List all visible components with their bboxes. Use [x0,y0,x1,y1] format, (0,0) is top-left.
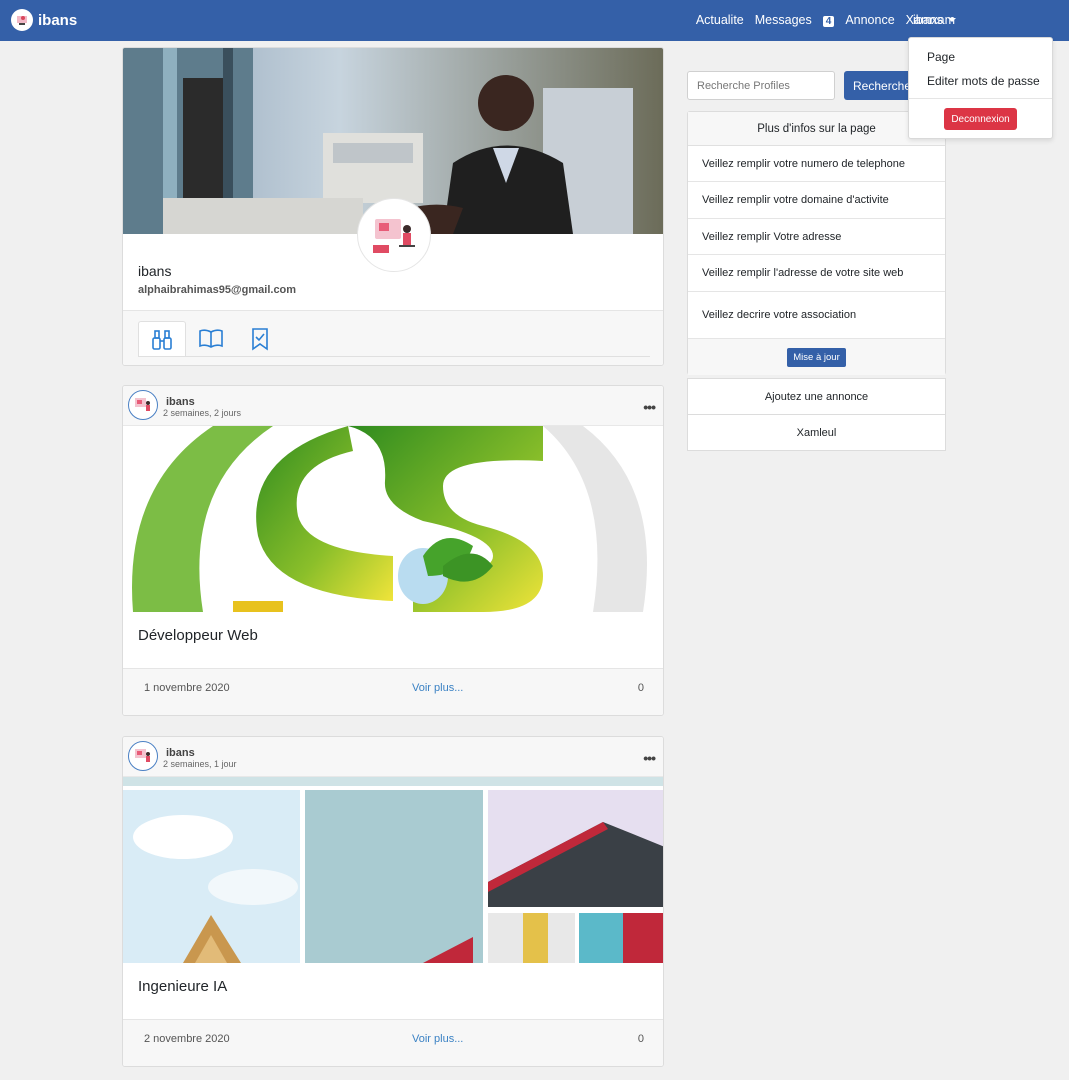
tabs-divider [138,356,650,357]
post-title[interactable]: Ingenieure IA [138,978,227,995]
logout-button[interactable]: Deconnexion [944,108,1017,130]
info-item-phone[interactable]: Veillez remplir votre numero de telephon… [688,146,945,182]
see-more-link[interactable]: Voir plus... [412,1033,463,1045]
post-time: 2 semaines, 2 jours [163,408,242,418]
top-navbar: ibans Actualite Messages 4 Annonce Xamxam… [0,0,1069,41]
profile-name: ibans [138,263,172,279]
tab-binoculars[interactable] [138,321,186,357]
user-menu-label: ibans [913,13,943,27]
tab-book[interactable] [187,321,235,357]
info-card-title: Plus d'infos sur la page [688,112,945,146]
post-date: 1 novembre 2020 [144,682,230,694]
brand[interactable]: ibans [11,9,77,31]
nav-messages-label: Messages [754,13,812,27]
messages-badge: 4 [822,16,835,27]
add-announce-link[interactable]: Ajoutez une annonce [687,378,946,415]
post-author[interactable]: ibans [166,747,195,759]
nav-annonce[interactable]: Annonce [845,13,894,27]
profile-avatar [357,198,431,272]
more-options-icon[interactable]: ••• [643,399,656,415]
post-time: 2 semaines, 1 jour [163,759,237,769]
chevron-down-icon [947,18,956,22]
bookmark-check-icon [252,328,268,351]
update-button[interactable]: Mise à jour [787,347,846,367]
info-item-website[interactable]: Veillez remplir l'adresse de votre site … [688,255,945,292]
page-info-card: Plus d'infos sur la page Veillez remplir… [687,111,946,375]
profile-card: ibans alphaibrahimas95@gmail.com [122,47,664,366]
post-author-avatar[interactable] [128,390,158,420]
book-icon [199,329,223,348]
xamleul-link[interactable]: Xamleul [687,414,946,451]
info-card-footer: Mise à jour [688,339,945,375]
post-card: ibans 2 semaines, 2 jours ••• Développeu… [122,385,664,716]
search-profiles-input[interactable] [687,71,835,100]
search-button[interactable]: Recherche [844,71,910,100]
brand-logo-icon [11,9,33,31]
dropdown-item-edit-password[interactable]: Editer mots de passe [927,74,1040,88]
see-more-link[interactable]: Voir plus... [412,682,463,694]
post-count: 0 [637,1033,644,1045]
dropdown-divider [909,98,1052,99]
brand-name: ibans [38,11,78,29]
nav-actualite[interactable]: Actualite [696,13,744,27]
post-title[interactable]: Développeur Web [138,627,258,644]
post-header: ibans 2 semaines, 2 jours ••• [123,386,663,426]
binoculars-icon [152,329,172,350]
profile-email: alphaibrahimas95@gmail.com [138,284,297,296]
info-item-description[interactable]: Veillez decrire votre association [688,292,945,339]
post-footer: 2 novembre 2020 Voir plus... 0 [123,1019,663,1066]
post-author[interactable]: ibans [166,396,195,408]
more-options-icon[interactable]: ••• [643,750,656,766]
post-image [123,777,663,963]
info-item-address[interactable]: Veillez remplir Votre adresse [688,219,945,255]
post-image [123,426,663,612]
tab-bookmark[interactable] [236,321,284,357]
info-item-domain[interactable]: Veillez remplir votre domaine d'activite [688,182,945,219]
post-header: ibans 2 semaines, 1 jour ••• [123,737,663,777]
post-date: 2 novembre 2020 [144,1033,230,1045]
post-count: 0 [637,682,644,694]
dropdown-item-page[interactable]: Page [927,50,955,64]
post-card: ibans 2 semaines, 1 jour ••• Ingenieure … [122,736,664,1067]
user-menu-toggle[interactable]: ibans [913,13,956,27]
user-dropdown-menu: Page Editer mots de passe Deconnexion [908,37,1053,139]
post-author-avatar[interactable] [128,741,158,771]
profile-tabs-bar [123,310,663,365]
nav-messages[interactable]: Messages 4 [755,13,835,27]
post-footer: 1 novembre 2020 Voir plus... 0 [123,668,663,715]
